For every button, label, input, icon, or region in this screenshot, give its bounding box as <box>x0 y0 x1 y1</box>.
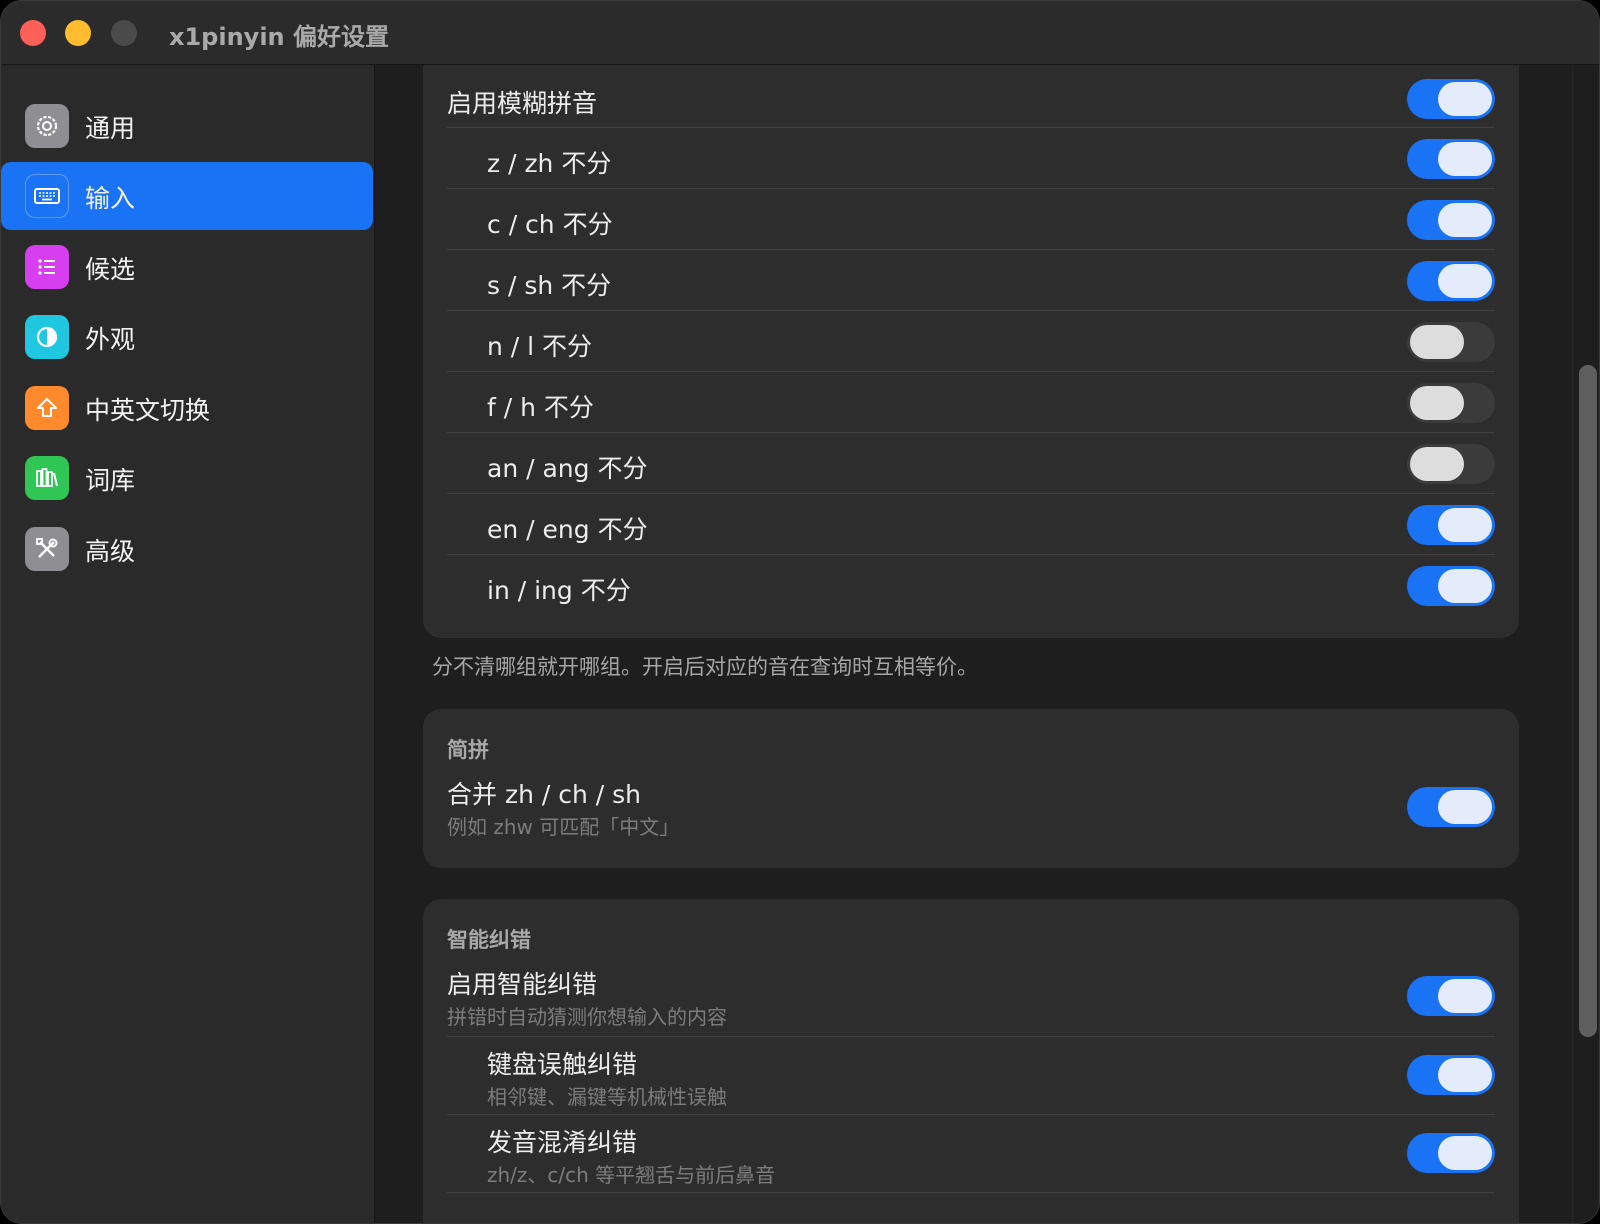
correction-label: 启用智能纠错 <box>447 970 598 999</box>
sidebar-item-label: 外观 <box>85 325 136 354</box>
correction-row: 启用智能纠错 拼错时自动猜测你想输入的内容 <box>447 959 1495 1037</box>
correction-label: 键盘误触纠错 <box>487 1050 638 1079</box>
sidebar-item-appearance[interactable]: 外观 <box>1 303 373 371</box>
fuzzy-footnote: 分不清哪组就开哪组。开启后对应的音在查询时互相等价。 <box>432 655 978 679</box>
fuzzy-option-row: f / h 不分 <box>447 372 1495 433</box>
fuzzy-option-toggle[interactable] <box>1407 383 1495 423</box>
smart-correction-card: 智能纠错 启用智能纠错 拼错时自动猜测你想输入的内容 键盘误触纠错 相邻键、漏键… <box>423 899 1519 1223</box>
window-title: x1pinyin 偏好设置 <box>169 23 389 51</box>
sidebar-item-general[interactable]: 通用 <box>1 92 373 160</box>
sidebar-item-label: 输入 <box>85 184 136 213</box>
fuzzy-enable-row: 启用模糊拼音 <box>447 65 1495 128</box>
tools-icon <box>25 527 69 571</box>
minimize-button[interactable] <box>65 20 91 46</box>
title-bar: x1pinyin 偏好设置 <box>1 1 1599 65</box>
fuzzy-option-row: an / ang 不分 <box>447 433 1495 494</box>
books-icon <box>25 456 69 500</box>
fuzzy-option-label: s / sh 不分 <box>487 271 612 300</box>
correction-label: 发音混淆纠错 <box>487 1128 638 1157</box>
correction-toggle[interactable] <box>1407 1055 1495 1095</box>
correction-description: 拼错时自动猜测你想输入的内容 <box>447 1005 727 1029</box>
fuzzy-option-label: in / ing 不分 <box>487 576 631 605</box>
fuzzy-option-label: z / zh 不分 <box>487 149 612 178</box>
fuzzy-option-label: n / l 不分 <box>487 332 593 361</box>
sidebar-item-dictionary[interactable]: 词库 <box>1 444 373 512</box>
fuzzy-option-label: an / ang 不分 <box>487 454 648 483</box>
sidebar-item-label: 高级 <box>85 537 136 566</box>
sidebar-item-label: 候选 <box>85 255 136 284</box>
sidebar-item-input[interactable]: 输入 <box>1 162 373 230</box>
sidebar-item-label: 中英文切换 <box>85 396 211 425</box>
fuzzy-option-toggle[interactable] <box>1407 566 1495 606</box>
correction-description: zh/z、c/ch 等平翘舌与前后鼻音 <box>487 1163 776 1187</box>
fuzzy-enable-toggle[interactable] <box>1407 79 1495 119</box>
settings-content: 启用模糊拼音 z / zh 不分 c / ch 不分 s / sh 不分 n /… <box>376 65 1599 1223</box>
jianpin-toggle[interactable] <box>1407 787 1495 827</box>
fuzzy-option-toggle[interactable] <box>1407 505 1495 545</box>
sidebar-item-advanced[interactable]: 高级 <box>1 515 373 583</box>
jianpin-row: 合并 zh / ch / sh 例如 zhw 可匹配「中文」 <box>447 769 1495 849</box>
fuzzy-option-row: en / eng 不分 <box>447 494 1495 555</box>
close-button[interactable] <box>20 20 46 46</box>
fuzzy-option-row: n / l 不分 <box>447 311 1495 372</box>
fuzzy-option-toggle[interactable] <box>1407 139 1495 179</box>
vertical-scrollbar[interactable] <box>1572 65 1599 1223</box>
sidebar-item-label: 词库 <box>85 466 136 495</box>
section-header: 简拼 <box>447 738 489 762</box>
correction-row: 发音混淆纠错 zh/z、c/ch 等平翘舌与前后鼻音 <box>447 1115 1495 1193</box>
fuzzy-option-row: c / ch 不分 <box>447 189 1495 250</box>
fuzzy-option-toggle[interactable] <box>1407 322 1495 362</box>
fuzzy-option-toggle[interactable] <box>1407 200 1495 240</box>
jianpin-description: 例如 zhw 可匹配「中文」 <box>447 815 680 839</box>
fuzzy-enable-label: 启用模糊拼音 <box>447 89 598 118</box>
fuzzy-option-row: z / zh 不分 <box>447 128 1495 189</box>
sidebar-item-candidates[interactable]: 候选 <box>1 233 373 301</box>
fuzzy-option-toggle[interactable] <box>1407 444 1495 484</box>
correction-toggle[interactable] <box>1407 976 1495 1016</box>
contrast-icon <box>25 315 69 359</box>
correction-row: 键盘误触纠错 相邻键、漏键等机械性误触 <box>447 1037 1495 1115</box>
fuzzy-pinyin-card: 启用模糊拼音 z / zh 不分 c / ch 不分 s / sh 不分 n /… <box>423 65 1519 638</box>
sidebar: 通用 输入 候选 外观 中英文切换 词库 高级 <box>1 65 375 1223</box>
scrollbar-thumb[interactable] <box>1579 365 1597 1037</box>
sidebar-item-label: 通用 <box>85 114 136 143</box>
fuzzy-option-label: en / eng 不分 <box>487 515 648 544</box>
fuzzy-option-row: s / sh 不分 <box>447 250 1495 311</box>
jianpin-card: 简拼 合并 zh / ch / sh 例如 zhw 可匹配「中文」 <box>423 709 1519 868</box>
sidebar-item-language-switch[interactable]: 中英文切换 <box>1 374 373 442</box>
fuzzy-option-row: in / ing 不分 <box>447 555 1495 616</box>
jianpin-label: 合并 zh / ch / sh <box>447 780 642 809</box>
zoom-button[interactable] <box>111 20 137 46</box>
correction-description: 相邻键、漏键等机械性误触 <box>487 1085 727 1109</box>
preferences-window: x1pinyin 偏好设置 通用 输入 候选 外观 中英文切换 词库 高级 启用… <box>0 0 1600 1224</box>
fuzzy-option-label: f / h 不分 <box>487 393 594 422</box>
list-icon <box>25 245 69 289</box>
section-header: 智能纠错 <box>447 928 531 952</box>
correction-toggle[interactable] <box>1407 1133 1495 1173</box>
fuzzy-option-toggle[interactable] <box>1407 261 1495 301</box>
gear-icon <box>25 104 69 148</box>
fuzzy-option-label: c / ch 不分 <box>487 210 613 239</box>
shift-arrow-icon <box>25 386 69 430</box>
keyboard-icon <box>25 174 69 218</box>
